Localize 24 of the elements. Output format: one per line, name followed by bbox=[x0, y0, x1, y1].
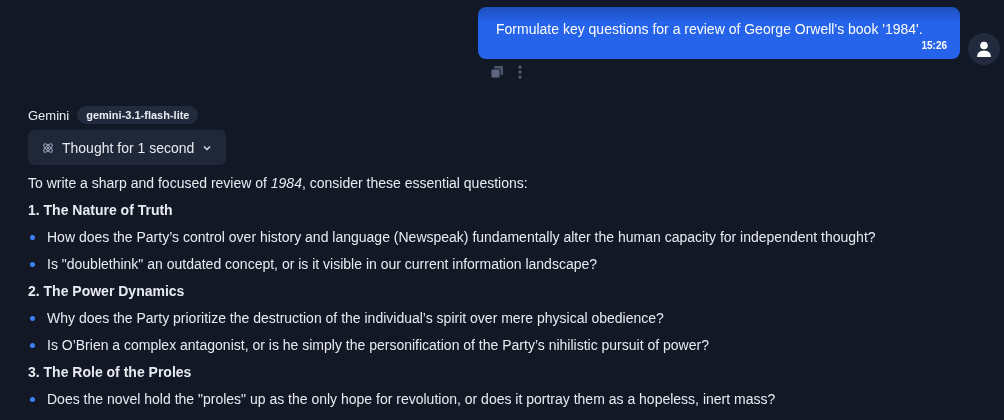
section-heading: 3. The Role of the Proles bbox=[28, 363, 193, 382]
copy-icon[interactable] bbox=[490, 65, 504, 79]
intro-text: To write a sharp and focused review of 1984, consider these essential questions: bbox=[28, 174, 529, 193]
more-icon[interactable] bbox=[518, 65, 522, 79]
thought-toggle[interactable]: Thought for 1 second bbox=[28, 130, 227, 165]
author-name: Gemini bbox=[28, 107, 70, 123]
bullet-icon bbox=[30, 315, 35, 321]
bullet-icon bbox=[30, 261, 35, 267]
bullet-icon bbox=[30, 396, 35, 402]
user-avatar[interactable] bbox=[968, 33, 1000, 65]
person-icon bbox=[976, 41, 992, 57]
bullet-text: How does the Party’s control over history and language (Newspeak) fundamentally alter the human capacity for independent thought? bbox=[47, 228, 876, 247]
bullet-icon bbox=[30, 342, 35, 348]
section-heading: 1. The Nature of Truth bbox=[28, 201, 174, 220]
atom-icon bbox=[42, 141, 54, 154]
model-tag: gemini-3.1-flash-lite bbox=[77, 106, 199, 124]
bullet-icon bbox=[30, 234, 35, 240]
bullet-text: Is "doublethink" an outdated concept, or is it visible in our current information landscape? bbox=[47, 255, 598, 274]
bullet-text: Does the novel hold the "proles" up as the only hope for revolution, or does it portray them as a hopeless, inert mass? bbox=[47, 390, 776, 409]
section-heading: 2. The Power Dynamics bbox=[28, 282, 186, 301]
bullet-text: Is O’Brien a complex antagonist, or is he simply the personification of the Party’s nihilistic pursuit of power? bbox=[47, 336, 709, 355]
message-text: Formulate key questions for a review of George Orwell's book '1984'. bbox=[496, 21, 924, 37]
message-time: 15:26 bbox=[921, 40, 947, 51]
bullet-text: Why does the Party prioritize the destruction of the individual’s spirit over mere physical obedience? bbox=[47, 309, 664, 328]
